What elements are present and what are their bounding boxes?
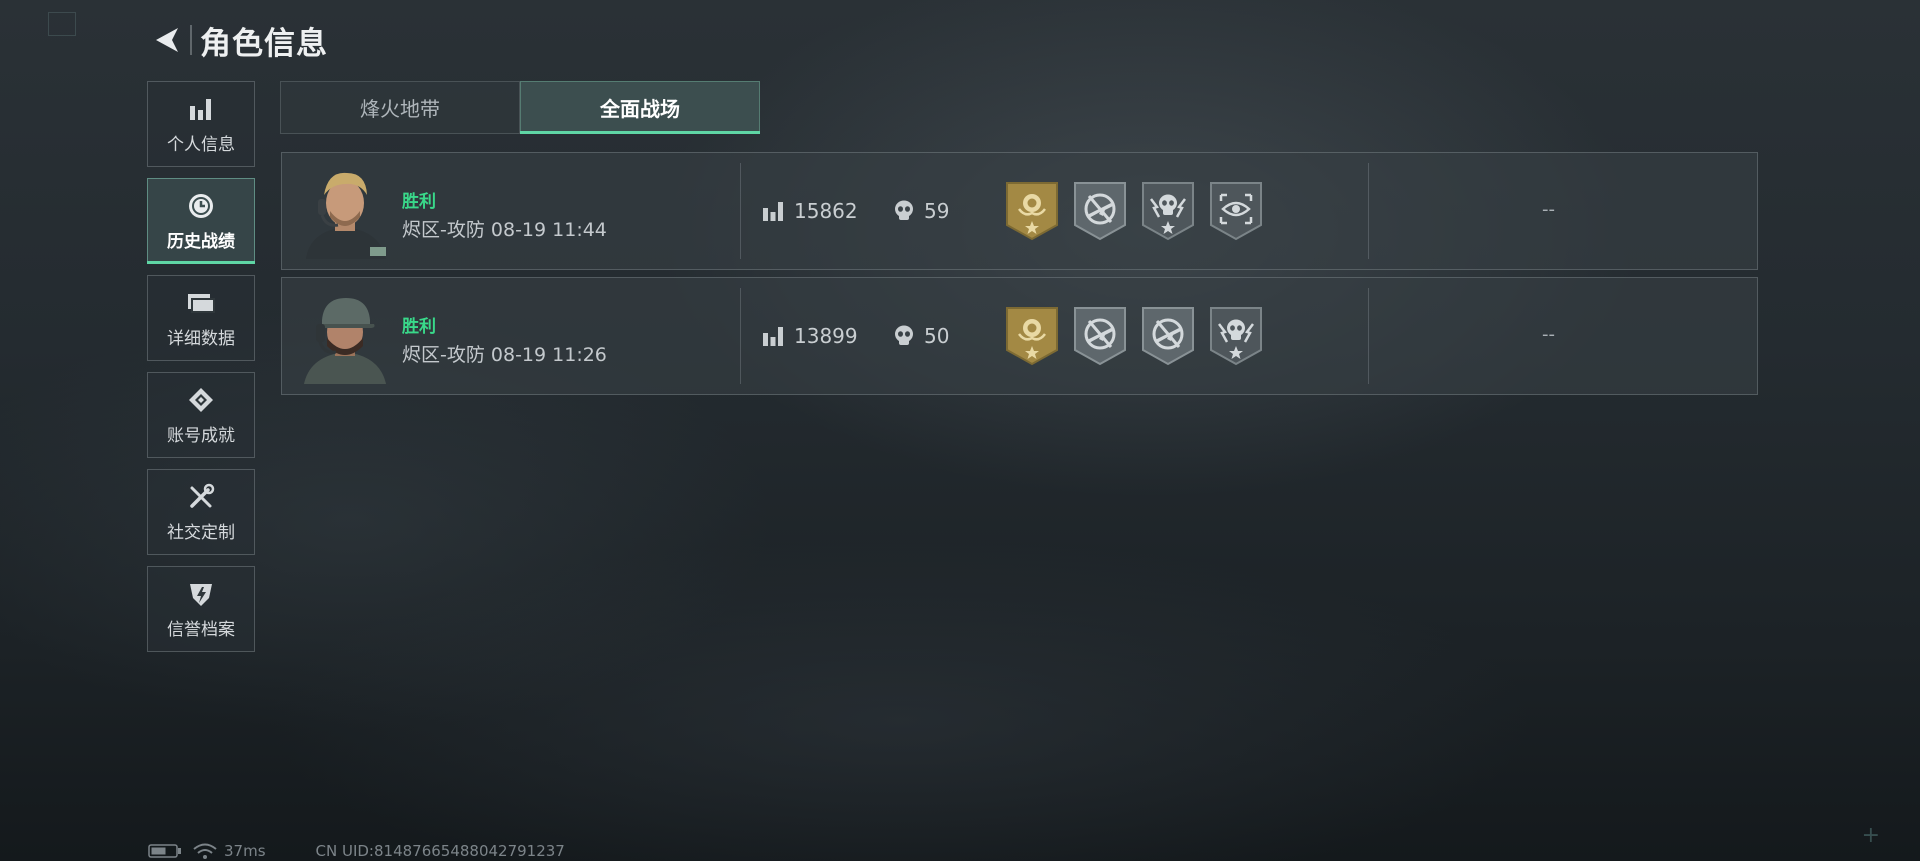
sidebar: 个人信息 历史战绩 详细数据 账号成就 社交定制 信誉档案 bbox=[147, 81, 257, 663]
match-detail: 烬区-攻防 08-19 11:26 bbox=[402, 344, 607, 366]
sidebar-item-label: 信誉档案 bbox=[167, 619, 235, 640]
operator-avatar bbox=[300, 290, 390, 384]
page-header: 角色信息 bbox=[148, 18, 328, 62]
match-detail: 烬区-攻防 08-19 11:44 bbox=[402, 219, 607, 241]
wifi-icon bbox=[193, 843, 217, 859]
column-divider bbox=[740, 288, 741, 384]
operator-avatar bbox=[300, 165, 390, 259]
folder-icon bbox=[186, 288, 216, 318]
tools-icon bbox=[187, 482, 215, 512]
sidebar-item-label: 个人信息 bbox=[167, 134, 235, 155]
skull-icon bbox=[895, 200, 913, 220]
user-uid: CN UID:8148766548804279123​7 bbox=[315, 842, 565, 860]
sidebar-item-label: 社交定制 bbox=[167, 522, 235, 543]
back-arrow-icon bbox=[156, 28, 178, 52]
no-gun-medal-icon[interactable] bbox=[1073, 306, 1127, 366]
sidebar-item-label: 详细数据 bbox=[167, 328, 235, 349]
match-result: 胜利 bbox=[402, 317, 436, 337]
kills-value: 50 bbox=[924, 324, 950, 348]
match-score: 15862 bbox=[762, 199, 858, 223]
credit-shield-icon bbox=[187, 579, 215, 609]
match-history-list: 胜利 烬区-攻防 08-19 11:44 15862 59 -- 胜利 烬区-攻… bbox=[281, 152, 1758, 402]
column-divider bbox=[740, 163, 741, 259]
column-divider bbox=[1368, 288, 1369, 384]
header-divider bbox=[190, 25, 192, 55]
no-gun-medal-icon[interactable] bbox=[1073, 181, 1127, 241]
skull-icon bbox=[895, 325, 913, 345]
mode-tabs: 烽火地带 全面战场 bbox=[280, 81, 760, 134]
sidebar-item-detailed-data[interactable]: 详细数据 bbox=[147, 275, 255, 361]
no-gun-medal-icon[interactable] bbox=[1141, 306, 1195, 366]
corner-frame-decoration bbox=[48, 12, 76, 36]
score-value: 13899 bbox=[794, 324, 858, 348]
gold-rose-medal-icon[interactable] bbox=[1005, 306, 1059, 366]
status-bar: 37ms CN UID:8148766548804279123​7 bbox=[148, 842, 565, 860]
bar-chart-icon bbox=[188, 94, 214, 124]
network-latency: 37ms bbox=[224, 842, 266, 860]
tab-hazard-zone[interactable]: 烽火地带 bbox=[280, 81, 520, 134]
match-kills: 59 bbox=[894, 199, 949, 223]
kills-value: 59 bbox=[924, 199, 950, 223]
sidebar-item-label: 账号成就 bbox=[167, 425, 235, 446]
skull-lightning-medal-icon[interactable] bbox=[1209, 306, 1263, 366]
match-extra-info: -- bbox=[1542, 324, 1555, 345]
battery-icon bbox=[148, 844, 181, 858]
medal-list bbox=[1005, 181, 1277, 241]
sidebar-item-profile[interactable]: 个人信息 bbox=[147, 81, 255, 167]
gold-rose-medal-icon[interactable] bbox=[1005, 181, 1059, 241]
column-divider bbox=[1368, 163, 1369, 259]
match-score: 13899 bbox=[762, 324, 858, 348]
sidebar-item-social-customize[interactable]: 社交定制 bbox=[147, 469, 255, 555]
tab-all-out-warfare[interactable]: 全面战场 bbox=[520, 81, 760, 134]
page-title: 角色信息 bbox=[200, 25, 328, 62]
clock-icon bbox=[187, 191, 215, 221]
match-extra-info: -- bbox=[1542, 199, 1555, 220]
back-button[interactable] bbox=[148, 20, 186, 60]
achievement-icon bbox=[187, 385, 215, 415]
crosshair-decoration: + bbox=[1861, 823, 1880, 848]
match-kills: 50 bbox=[894, 324, 949, 348]
score-bar-icon bbox=[763, 327, 783, 346]
sidebar-item-history[interactable]: 历史战绩 bbox=[147, 178, 255, 264]
eye-target-medal-icon[interactable] bbox=[1209, 181, 1263, 241]
skull-lightning-medal-icon[interactable] bbox=[1141, 181, 1195, 241]
sidebar-item-credit-record[interactable]: 信誉档案 bbox=[147, 566, 255, 652]
sidebar-item-label: 历史战绩 bbox=[167, 231, 235, 252]
score-bar-icon bbox=[763, 202, 783, 221]
sidebar-item-achievements[interactable]: 账号成就 bbox=[147, 372, 255, 458]
score-value: 15862 bbox=[794, 199, 858, 223]
match-result: 胜利 bbox=[402, 192, 436, 212]
medal-list bbox=[1005, 306, 1277, 366]
match-row[interactable]: 胜利 烬区-攻防 08-19 11:26 13899 50 -- bbox=[281, 277, 1758, 395]
match-row[interactable]: 胜利 烬区-攻防 08-19 11:44 15862 59 -- bbox=[281, 152, 1758, 270]
